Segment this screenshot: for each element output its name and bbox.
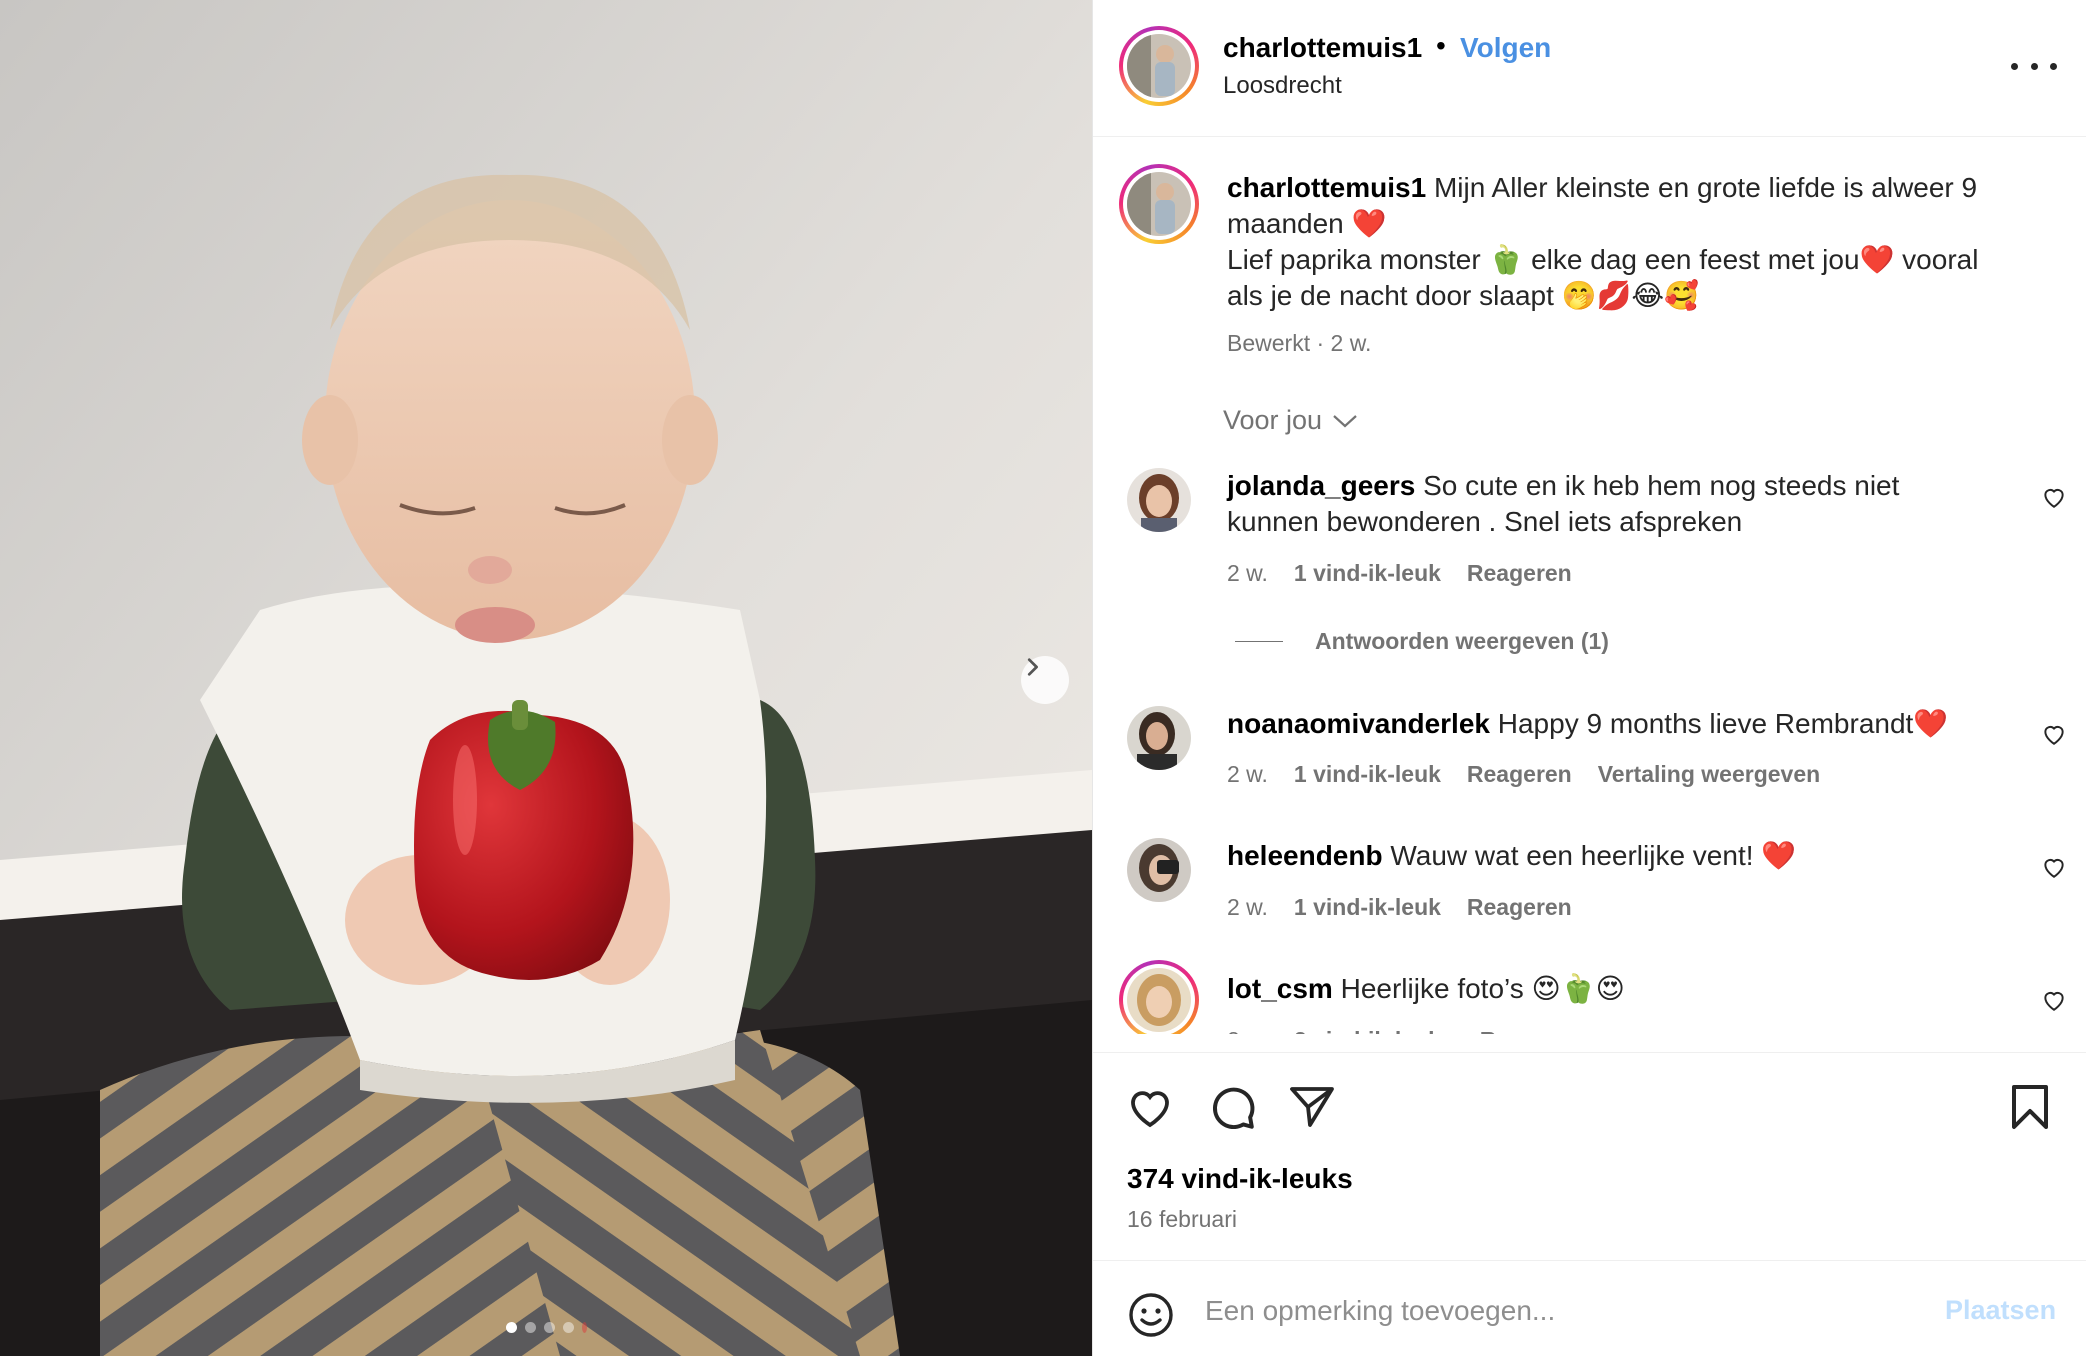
- caption-line: maanden ❤️: [1227, 208, 1387, 239]
- view-replies-button[interactable]: Antwoorden weergeven (1): [1235, 628, 1609, 655]
- author-avatar-image: [1127, 34, 1191, 98]
- more-icon[interactable]: [2011, 54, 2057, 78]
- author-username[interactable]: charlottemuis1: [1223, 32, 1422, 64]
- bookmark-icon[interactable]: [2007, 1083, 2053, 1131]
- carousel-dot: [525, 1322, 536, 1333]
- post-header: charlottemuis1 • Volgen Loosdrecht: [1093, 0, 2086, 137]
- carousel-dot: [506, 1322, 517, 1333]
- reply-button[interactable]: Reageren: [1467, 761, 1572, 787]
- carousel-dot: [544, 1322, 555, 1333]
- comment-scroll-clip: [1093, 1034, 2086, 1054]
- chevron-down-icon: [1333, 414, 1357, 427]
- caption-line: Lief paprika monster 🫑 elke dag een fees…: [1227, 244, 1979, 275]
- comment-sort-dropdown[interactable]: Voor jou: [1223, 405, 1358, 436]
- reply-button[interactable]: Reageren: [1467, 560, 1572, 586]
- commenter-avatar[interactable]: [1127, 468, 1191, 532]
- likes-count[interactable]: 374 vind-ik-leuks: [1127, 1163, 1353, 1195]
- avatar-image: [1127, 838, 1191, 902]
- separator-dot: •: [1436, 30, 1446, 61]
- chevron-right-icon: [1027, 658, 1038, 676]
- caption-avatar-image: [1127, 172, 1191, 236]
- comment-likes[interactable]: 1 vind-ik-leuk: [1294, 894, 1441, 920]
- commenter-avatar[interactable]: [1119, 960, 1199, 1040]
- heart-icon[interactable]: [2041, 484, 2067, 510]
- carousel-indicator: [506, 1322, 587, 1333]
- comment-username[interactable]: noanaomivanderlek: [1227, 708, 1490, 739]
- comment-composer: Plaatsen: [1093, 1260, 2086, 1356]
- view-replies-label: Antwoorden weergeven (1): [1315, 628, 1609, 654]
- comment-text: noanaomivanderlek Happy 9 months lieve R…: [1227, 706, 2027, 742]
- next-slide-button[interactable]: [1021, 656, 1069, 704]
- post-actions: 374 vind-ik-leuks 16 februari: [1093, 1052, 2086, 1262]
- share-icon[interactable]: [1287, 1083, 1337, 1131]
- commenter-avatar[interactable]: [1127, 838, 1191, 902]
- replies-divider: [1235, 641, 1283, 642]
- comment-likes[interactable]: 1 vind-ik-leuk: [1294, 761, 1441, 787]
- caption-line: als je de nacht door slaapt 🤭💋😂🥰: [1227, 280, 1699, 311]
- comment-username[interactable]: lot_csm: [1227, 973, 1333, 1004]
- comment-input[interactable]: [1205, 1291, 1905, 1331]
- caption-line: Mijn Aller kleinste en grote liefde is a…: [1433, 172, 1978, 203]
- comment-username[interactable]: heleendenb: [1227, 840, 1383, 871]
- carousel-dot: [563, 1322, 574, 1333]
- comment-meta: 2 w. 1 vind-ik-leuk Reageren Vertaling weer…: [1227, 761, 1820, 788]
- post-location[interactable]: Loosdrecht: [1223, 72, 1342, 100]
- comment-body: Heerlijke foto’s 😍🫑😍: [1340, 973, 1625, 1004]
- avatar-image: [1127, 468, 1191, 532]
- comment-meta: 2 w. 1 vind-ik-leuk Reageren: [1227, 894, 1572, 921]
- comment-username[interactable]: jolanda_geers: [1227, 470, 1415, 501]
- post-side-panel: charlottemuis1 • Volgen Loosdrecht charl…: [1092, 0, 2086, 1356]
- comment-body: kunnen bewonderen . Snel iets afspreken: [1227, 506, 1743, 537]
- avatar-image: [1127, 706, 1191, 770]
- baby-photo-illustration: [0, 0, 1092, 1356]
- translate-button[interactable]: Vertaling weergeven: [1598, 761, 1820, 787]
- comment-icon[interactable]: [1207, 1083, 1257, 1133]
- comment-time[interactable]: 2 w.: [1227, 894, 1268, 920]
- comment-body: Wauw wat een heerlijke vent! ❤️: [1390, 840, 1797, 871]
- heart-icon[interactable]: [1125, 1083, 1175, 1131]
- avatar-image: [1127, 968, 1191, 1032]
- comment-text: heleendenb Wauw wat een heerlijke vent! …: [1227, 838, 2027, 874]
- heart-icon[interactable]: [2041, 854, 2067, 880]
- comment-text: jolanda_geers So cute en ik heb hem nog …: [1227, 468, 2027, 540]
- author-avatar[interactable]: [1119, 26, 1199, 106]
- caption-meta: Bewerkt · 2 w.: [1227, 330, 1372, 356]
- emoji-icon[interactable]: [1127, 1291, 1175, 1339]
- heart-icon[interactable]: [2041, 721, 2067, 747]
- reply-button[interactable]: Reageren: [1467, 894, 1572, 920]
- comment-meta: 2 w. 1 vind-ik-leuk Reageren: [1227, 560, 1572, 587]
- comment-time[interactable]: 2 w.: [1227, 761, 1268, 787]
- comment-likes[interactable]: 1 vind-ik-leuk: [1294, 560, 1441, 586]
- sort-label: Voor jou: [1223, 405, 1323, 435]
- post-caption: charlottemuis1 Mijn Aller kleinste en gr…: [1227, 170, 2047, 314]
- caption-username[interactable]: charlottemuis1: [1227, 172, 1426, 203]
- post-photo[interactable]: [0, 0, 1092, 1356]
- post-date: 16 februari: [1127, 1206, 1237, 1232]
- caption-avatar[interactable]: [1119, 164, 1199, 244]
- comment-time[interactable]: 2 w.: [1227, 560, 1268, 586]
- follow-button[interactable]: Volgen: [1460, 32, 1551, 64]
- comment-text: lot_csm Heerlijke foto’s 😍🫑😍: [1227, 971, 2027, 1007]
- comment-body: Happy 9 months lieve Rembrandt❤️: [1497, 708, 1949, 739]
- heart-icon[interactable]: [2041, 987, 2067, 1013]
- post-comment-button[interactable]: Plaatsen: [1945, 1295, 2056, 1326]
- commenter-avatar[interactable]: [1127, 706, 1191, 770]
- comment-body: So cute en ik heb hem nog steeds niet: [1423, 470, 1900, 501]
- carousel-dot: [582, 1322, 587, 1333]
